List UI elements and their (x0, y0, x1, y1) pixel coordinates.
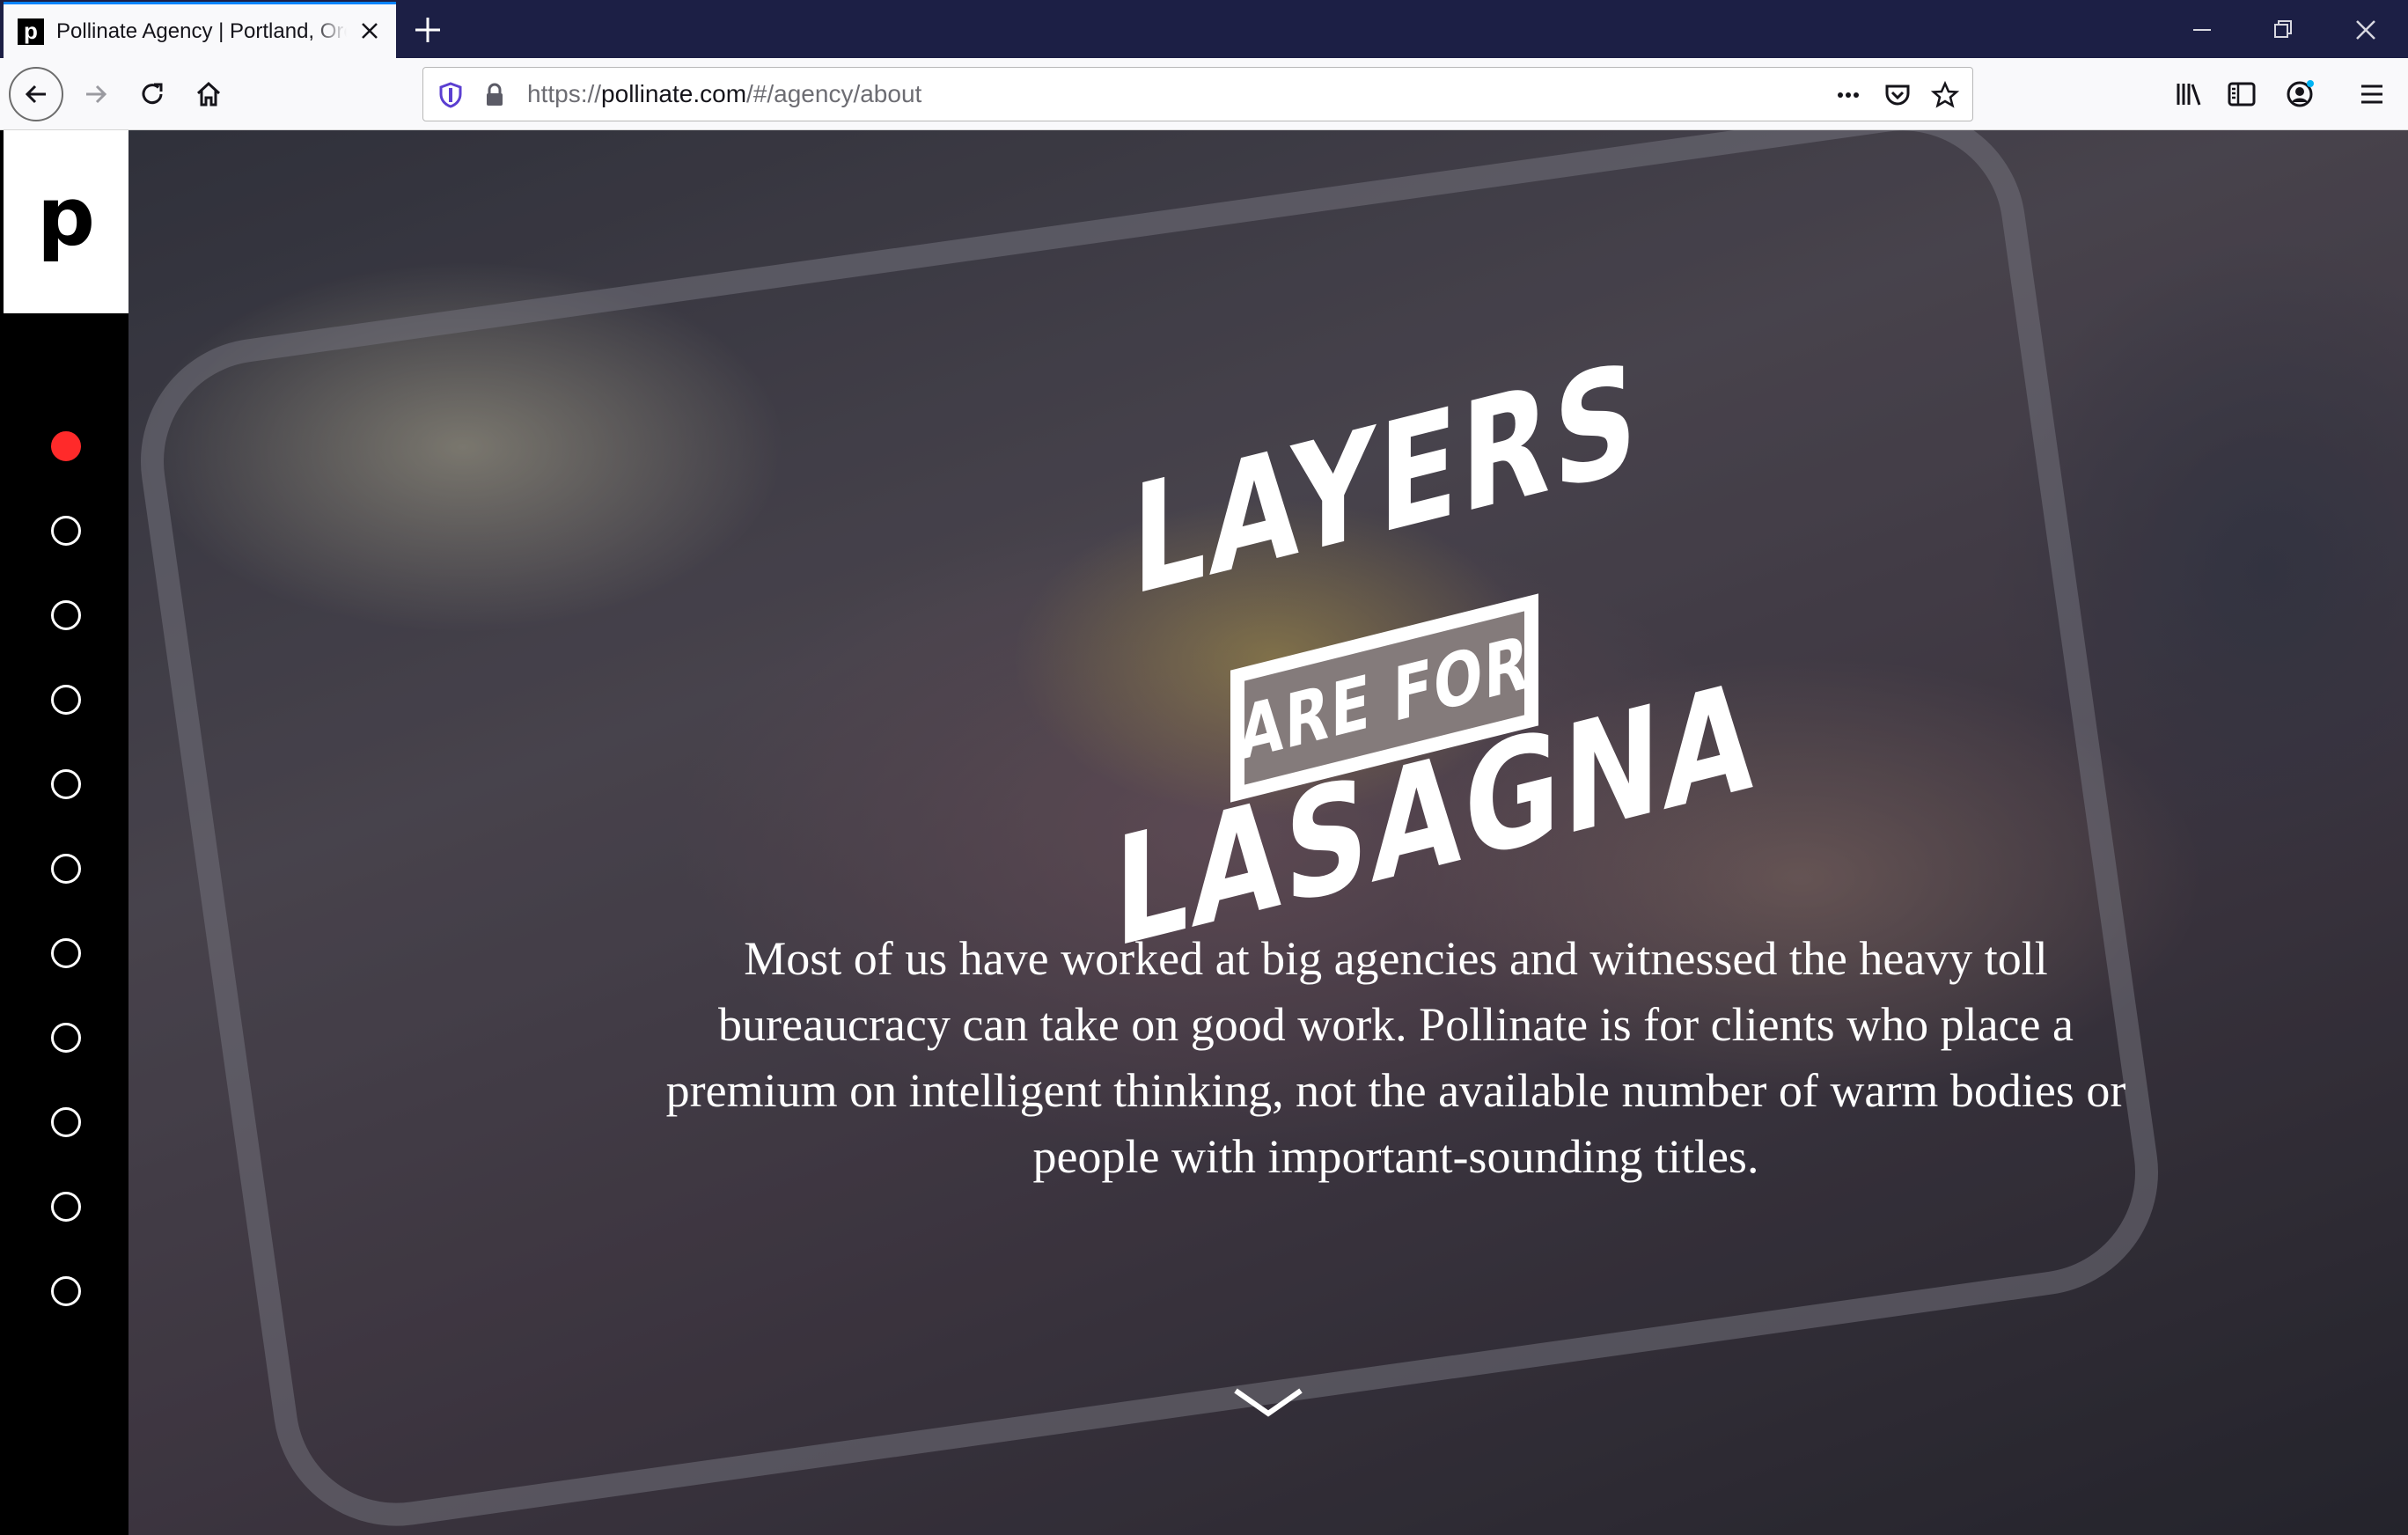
home-icon (196, 81, 221, 106)
menu-button[interactable] (2345, 67, 2399, 121)
url-text[interactable]: https://pollinate.com/#/agency/about (527, 68, 921, 121)
home-button[interactable] (181, 67, 236, 121)
section-dot[interactable] (51, 1023, 81, 1053)
headline: LAYERS ARE FOR LASAGNA (956, 329, 1836, 1019)
section-dot[interactable] (51, 1276, 81, 1306)
section-dot[interactable] (51, 1192, 81, 1222)
library-button[interactable] (2162, 67, 2216, 121)
close-window-icon[interactable] (2346, 11, 2385, 49)
library-icon (2177, 84, 2201, 106)
section-dot[interactable] (51, 685, 81, 715)
page-content: p LAYERS ARE FOR LASAGNA Most of us have… (0, 130, 2408, 1535)
reload-icon (142, 83, 163, 105)
new-tab-icon[interactable] (410, 12, 445, 48)
navigation-toolbar: https://pollinate.com/#/agency/about (0, 58, 2408, 130)
section-dot[interactable] (51, 600, 81, 630)
account-icon (2287, 80, 2314, 107)
intro-paragraph: Most of us have worked at big agencies a… (665, 932, 2126, 1183)
more-icon[interactable] (1833, 80, 1863, 110)
section-dot[interactable] (51, 854, 81, 884)
chevron-down-icon[interactable] (1229, 1380, 1308, 1424)
close-tab-icon[interactable] (357, 18, 382, 43)
sidebar-icon (2228, 82, 2256, 106)
section-dot[interactable] (51, 1107, 81, 1137)
back-icon (25, 84, 46, 104)
tab-title: Pollinate Agency | Portland, Ore (56, 18, 347, 43)
restore-icon[interactable] (2264, 11, 2302, 49)
sidebar-toggle-button[interactable] (2214, 67, 2269, 121)
hero-video: LAYERS ARE FOR LASAGNA Most of us have w… (124, 130, 2408, 1535)
pollinate-logo[interactable]: p (4, 130, 128, 313)
url-bar[interactable]: https://pollinate.com/#/agency/about (422, 67, 1973, 121)
menu-icon (2361, 84, 2382, 104)
account-button[interactable] (2272, 67, 2327, 121)
reload-button[interactable] (125, 67, 180, 121)
favicon-icon: p (18, 18, 44, 45)
star-icon[interactable] (1930, 80, 1960, 110)
tab-bar: p Pollinate Agency | Portland, Ore (0, 0, 2408, 58)
shield-icon[interactable] (436, 80, 466, 110)
section-dot[interactable] (51, 431, 81, 461)
browser-tab[interactable]: p Pollinate Agency | Portland, Ore (4, 2, 396, 58)
section-dot[interactable] (51, 938, 81, 968)
section-dot[interactable] (51, 769, 81, 799)
pocket-icon[interactable] (1883, 80, 1912, 110)
back-button[interactable] (9, 67, 63, 121)
section-dot[interactable] (51, 516, 81, 546)
minimize-icon[interactable] (2183, 11, 2221, 49)
section-sidebar: p (0, 130, 128, 1535)
forward-button[interactable] (69, 67, 123, 121)
forward-icon (86, 84, 107, 104)
lock-icon[interactable] (480, 80, 510, 110)
